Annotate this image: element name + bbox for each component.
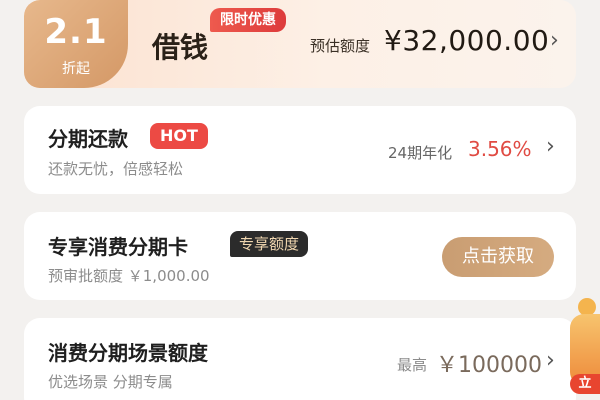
installment-card[interactable]: 分期还款 HOT 还款无忧，倍感轻松 24期年化 3.56% ›	[24, 106, 576, 194]
discount-tag: 2.1 折起	[24, 0, 128, 88]
scene-quota-card[interactable]: 消费分期场景额度 优选场景 分期专属 最高 ￥100000 ›	[24, 318, 576, 400]
get-button[interactable]: 点击获取	[442, 237, 554, 277]
discount-unit: 折起	[62, 61, 90, 77]
exclusive-subtitle: 预审批额度 ￥1,000.00	[48, 267, 210, 285]
max-label: 最高	[397, 356, 428, 374]
exclusive-badge: 专享额度	[230, 231, 309, 257]
discount-value: 2.1	[44, 12, 108, 52]
scene-title: 消费分期场景额度	[48, 341, 208, 365]
loan-title: 借钱	[152, 31, 209, 64]
estimate-amount: ¥32,000.00	[384, 24, 550, 57]
chevron-right-icon[interactable]: ›	[546, 348, 555, 373]
promo-badge: 限时优惠	[210, 8, 286, 32]
chevron-right-icon[interactable]: ›	[550, 28, 559, 53]
chevron-right-icon[interactable]: ›	[546, 134, 555, 159]
floating-gift-widget[interactable]: 立	[566, 290, 600, 400]
rate-label: 24期年化	[388, 144, 453, 162]
hot-badge: HOT	[150, 123, 208, 149]
installment-subtitle: 还款无忧，倍感轻松	[48, 160, 184, 178]
rate-value: 3.56%	[468, 137, 532, 161]
exclusive-title: 专享消费分期卡	[48, 235, 188, 259]
installment-title: 分期还款	[48, 127, 128, 151]
estimate-label: 预估额度	[310, 37, 371, 55]
scene-subtitle: 优选场景 分期专属	[48, 373, 173, 391]
max-value: ￥100000	[436, 353, 542, 378]
gift-label: 立	[570, 374, 600, 394]
exclusive-card[interactable]: 专享消费分期卡 专享额度 预审批额度 ￥1,000.00 点击获取	[24, 212, 576, 300]
loan-card[interactable]: 2.1 折起 借钱 限时优惠 预估额度 ¥32,000.00 ›	[24, 0, 576, 88]
